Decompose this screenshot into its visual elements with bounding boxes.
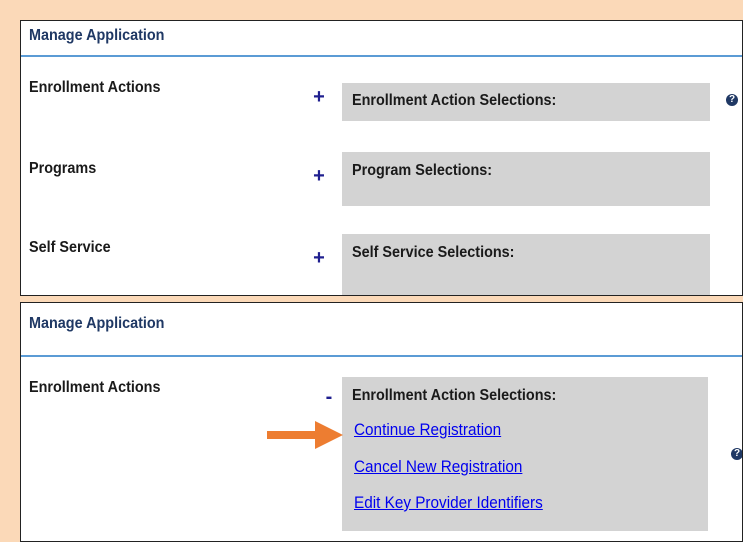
panel-title: Manage Application [29,27,165,44]
enrollment-action-selections-header: Enrollment Action Selections: [352,92,557,109]
self-service-selections-box: Self Service Selections: [342,234,710,295]
help-question-icon[interactable]: ? [731,448,742,460]
enrollment-action-selections-box: Enrollment Action Selections: [342,83,710,121]
row-label-enrollment-actions: Enrollment Actions [29,379,161,396]
enrollment-action-selections-box: Enrollment Action Selections: Continue R… [342,377,708,531]
collapse-enrollment-actions-button[interactable]: - [319,387,339,407]
self-service-selections-header: Self Service Selections: [352,244,515,261]
cancel-new-registration-link[interactable]: Cancel New Registration [354,457,522,477]
row-label-self-service: Self Service [29,239,111,256]
manage-application-panel-collapsed: Manage Application Enrollment Actions + … [20,20,743,296]
title-divider [21,355,742,357]
program-selections-header: Program Selections: [352,162,493,179]
expand-programs-button[interactable]: + [309,166,329,186]
title-divider [21,55,742,57]
row-label-enrollment-actions: Enrollment Actions [29,79,161,96]
row-label-programs: Programs [29,160,97,177]
expand-self-service-button[interactable]: + [309,248,329,268]
expand-enrollment-actions-button[interactable]: + [309,87,329,107]
edit-key-provider-identifiers-link[interactable]: Edit Key Provider Identifiers [354,493,543,513]
program-selections-box: Program Selections: [342,152,710,206]
orange-arrow-icon [267,421,343,449]
help-question-icon[interactable]: ? [726,94,738,106]
panel-title: Manage Application [29,315,165,332]
manage-application-panel-expanded: Manage Application Enrollment Actions - … [20,302,743,542]
enrollment-action-selections-header: Enrollment Action Selections: [352,387,557,404]
continue-registration-link[interactable]: Continue Registration [354,420,501,440]
